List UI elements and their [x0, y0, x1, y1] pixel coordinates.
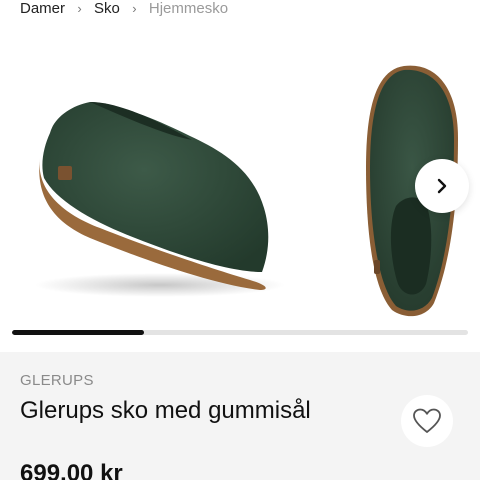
breadcrumb-item-hjemmesko: Hjemmesko	[148, 0, 229, 17]
breadcrumb-separator: ›	[77, 0, 82, 16]
product-title: Glerups sko med gummisål	[20, 397, 311, 424]
product-price: 699,00 kr	[20, 460, 123, 480]
product-image-side[interactable]	[20, 28, 290, 328]
breadcrumb: Damer › Sko › Hjemmesko	[20, 0, 228, 18]
gallery-progress	[12, 330, 468, 335]
heart-outline-icon	[413, 408, 441, 433]
breadcrumb-item-damer[interactable]: Damer	[20, 0, 65, 17]
image-gallery[interactable]	[0, 28, 480, 328]
product-page: Damer › Sko › Hjemmesko GLERUPS Glerups …	[0, 0, 480, 480]
product-info: GLERUPS Glerups sko med gummisål 699,00 …	[0, 352, 480, 480]
favorite-button[interactable]	[401, 395, 453, 447]
product-brand[interactable]: GLERUPS	[20, 372, 94, 389]
chevron-right-icon	[437, 178, 447, 194]
breadcrumb-separator: ›	[132, 0, 137, 16]
gallery-next-button[interactable]	[415, 159, 469, 213]
gallery-progress-fill	[12, 330, 145, 335]
breadcrumb-item-sko[interactable]: Sko	[94, 0, 120, 17]
